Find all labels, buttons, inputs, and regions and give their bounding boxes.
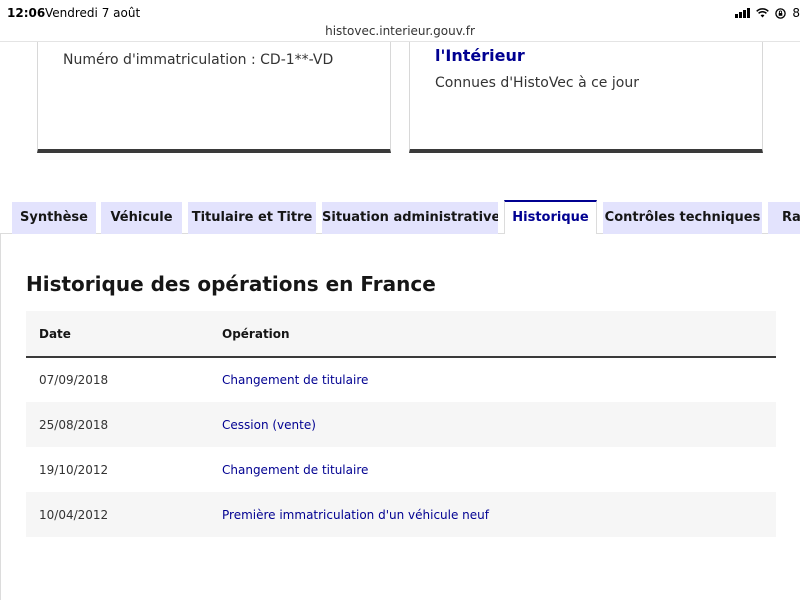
column-header-operation: Opération: [209, 311, 776, 358]
vehicle-id-card: Numéro d'immatriculation : CD-1**-VD: [37, 42, 391, 153]
row-date: 25/08/2018: [26, 402, 209, 447]
row-operation: Changement de titulaire: [222, 462, 369, 477]
rotation-lock-icon: [775, 7, 787, 19]
tab-situation-administrative[interactable]: Situation administrative: [322, 202, 498, 234]
row-operation: Changement de titulaire: [222, 373, 369, 387]
immatriculation-number: Numéro d'immatriculation : CD-1**-VD: [63, 52, 334, 68]
operations-card: l'Intérieur Connues d'HistoVec à ce jour: [409, 42, 763, 153]
row-date: 07/09/2018: [39, 373, 109, 387]
operations-table: Date Opération 07/09/2018 Changement de …: [26, 311, 776, 537]
tab-historique[interactable]: Historique: [504, 200, 597, 235]
status-indicators: 8: [735, 6, 800, 20]
row-operation: Cession (vente): [209, 402, 776, 447]
battery-percentage: 8: [792, 6, 800, 20]
table-header-row: Date Opération: [26, 311, 776, 358]
tab-synthese[interactable]: Synthèse: [12, 202, 96, 234]
cellular-signal-icon: [735, 8, 751, 18]
status-date: Vendredi 7 août: [45, 6, 141, 20]
table-row: 07/09/2018 Changement de titulaire: [26, 357, 776, 402]
table-row: 19/10/2012 Changement de titulaire: [26, 447, 776, 492]
address-bar[interactable]: histovec.interieur.gouv.fr: [0, 20, 800, 42]
row-date: 10/04/2012: [26, 492, 209, 537]
tab-titulaire-et-titre[interactable]: Titulaire et Titre: [188, 202, 316, 234]
row-date: 19/10/2012: [39, 462, 109, 477]
tab-controles-techniques[interactable]: Contrôles techniques: [603, 202, 762, 234]
card-subtitle: Connues d'HistoVec à ce jour: [435, 75, 639, 91]
tab-vehicule[interactable]: Véhicule: [101, 202, 182, 234]
column-header-date: Date: [26, 311, 209, 358]
tab-rapport-partial[interactable]: Ra: [768, 202, 800, 234]
table-row: 25/08/2018 Cession (vente): [26, 402, 776, 447]
row-operation: Première immatriculation d'un véhicule n…: [209, 492, 776, 537]
panel-title: Historique des opérations en France: [26, 272, 436, 296]
report-tabs: Synthèse Véhicule Titulaire et Titre Sit…: [0, 200, 800, 235]
status-time: 12:06: [7, 6, 46, 20]
card-title: l'Intérieur: [435, 46, 525, 65]
wifi-icon: [756, 8, 770, 18]
historique-panel: Historique des opérations en France Date…: [0, 234, 800, 600]
table-row: 10/04/2012 Première immatriculation d'un…: [26, 492, 776, 537]
